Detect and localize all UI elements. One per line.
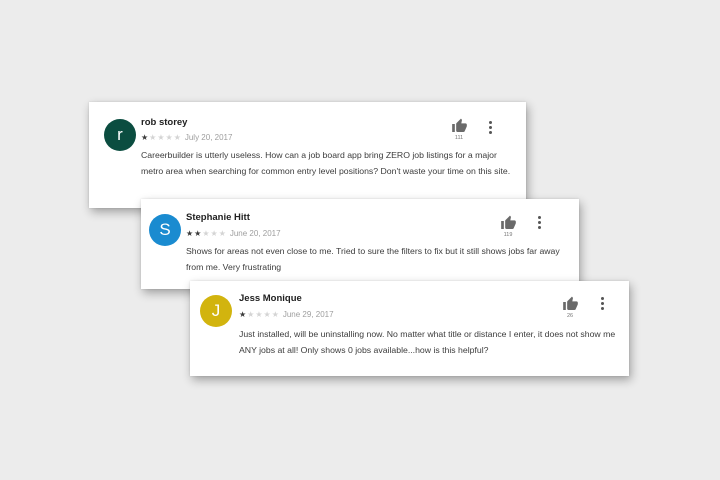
- star-filled-icon: ★: [141, 132, 149, 142]
- review-text: Shows for areas not even close to me. Tr…: [186, 246, 560, 272]
- more-options-button[interactable]: [534, 214, 544, 230]
- more-options-button[interactable]: [597, 295, 607, 311]
- helpful-count: 26: [566, 313, 574, 319]
- review-card: J Jess Monique ★ ★ ★ ★ ★ June 29, 2017 Just …: [190, 281, 629, 376]
- rating-row: ★ ★ ★ ★ ★ June 20, 2017: [186, 229, 281, 238]
- star-empty-icon: ★: [210, 228, 218, 238]
- helpful-count: 111: [454, 135, 464, 141]
- more-options-button[interactable]: [485, 119, 495, 135]
- star-empty-icon: ★: [157, 132, 165, 142]
- review-text: Just installed, will be uninstalling now…: [239, 329, 616, 355]
- rating-row: ★ ★ ★ ★ ★ July 20, 2017: [141, 133, 232, 142]
- more-vert-icon: [488, 120, 492, 124]
- review-card: S Stephanie Hitt ★ ★ ★ ★ ★ June 20, 2017 Sho…: [141, 199, 579, 289]
- reviewer-name: Jess Monique: [239, 293, 302, 304]
- star-empty-icon: ★: [218, 228, 226, 238]
- review-date: June 29, 2017: [282, 310, 334, 319]
- rating-row: ★ ★ ★ ★ ★ June 29, 2017: [239, 310, 334, 319]
- thumbs-up-icon: [451, 118, 467, 132]
- star-empty-icon: ★: [202, 228, 210, 238]
- star-empty-icon: ★: [255, 309, 263, 319]
- thumbs-up-icon: [562, 296, 578, 310]
- star-empty-icon: ★: [271, 309, 279, 319]
- reviewer-name: Stephanie Hitt: [186, 212, 250, 223]
- helpful-button[interactable]: 26: [559, 296, 581, 319]
- star-rating: ★ ★ ★ ★ ★: [186, 228, 227, 238]
- review-card: r rob storey ★ ★ ★ ★ ★ July 20, 2017 Careerb…: [89, 102, 526, 208]
- helpful-count: 119: [503, 232, 513, 238]
- star-rating: ★ ★ ★ ★ ★: [141, 132, 182, 142]
- reviewer-name: rob storey: [141, 117, 188, 128]
- thumbs-up-icon: [500, 215, 516, 229]
- review-date: June 20, 2017: [229, 229, 281, 238]
- star-empty-icon: ★: [247, 309, 255, 319]
- helpful-button[interactable]: 111: [448, 118, 470, 141]
- star-filled-icon: ★: [194, 228, 202, 238]
- review-text: Careerbuilder is utterly useless. How ca…: [141, 150, 511, 176]
- more-vert-icon: [537, 215, 541, 219]
- helpful-button[interactable]: 119: [497, 215, 519, 238]
- star-filled-icon: ★: [239, 309, 247, 319]
- star-empty-icon: ★: [173, 132, 181, 142]
- star-empty-icon: ★: [165, 132, 173, 142]
- star-rating: ★ ★ ★ ★ ★: [239, 309, 280, 319]
- star-empty-icon: ★: [149, 132, 157, 142]
- star-filled-icon: ★: [186, 228, 194, 238]
- avatar: J: [200, 295, 232, 327]
- star-empty-icon: ★: [263, 309, 271, 319]
- avatar: S: [149, 214, 181, 246]
- more-vert-icon: [600, 296, 604, 300]
- review-date: July 20, 2017: [184, 133, 233, 142]
- avatar: r: [104, 119, 136, 151]
